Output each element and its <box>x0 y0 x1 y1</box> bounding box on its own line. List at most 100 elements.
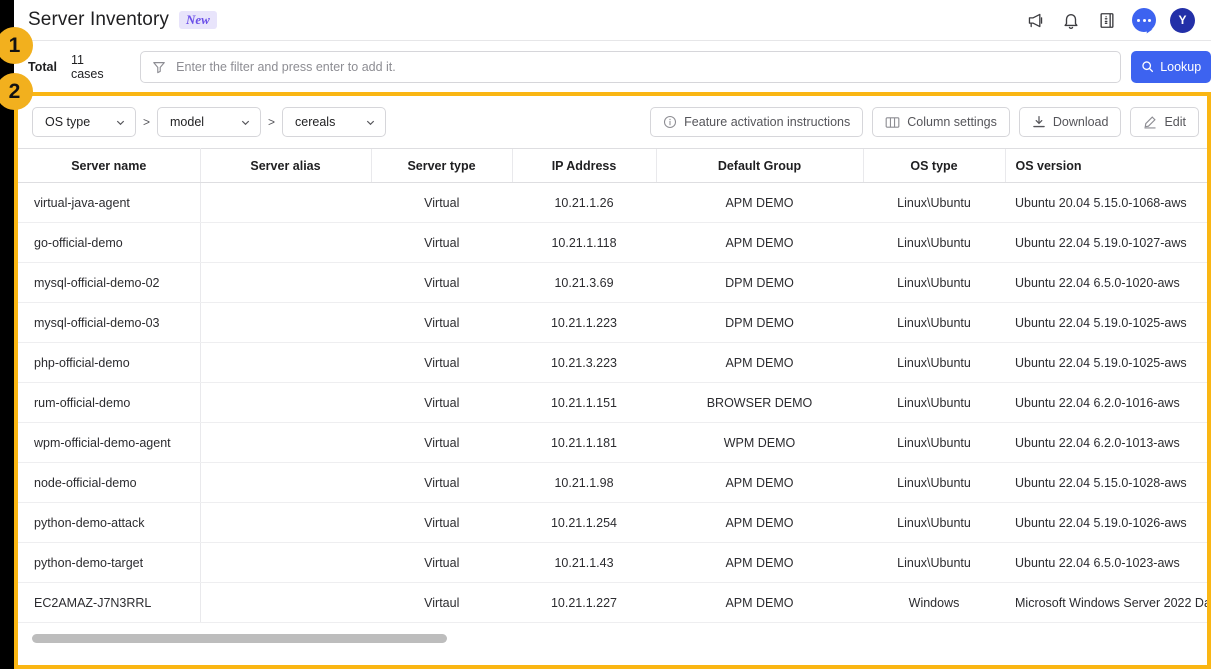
table-cell-default-group: APM DEMO <box>656 222 863 263</box>
column-header-server-alias[interactable]: Server alias <box>199 148 371 183</box>
table-cell-default-group: APM DEMO <box>656 502 863 543</box>
lookup-button[interactable]: Lookup <box>1131 50 1211 83</box>
column-settings-label: Column settings <box>907 115 997 129</box>
table-cell-ip-address: 10.21.1.223 <box>512 302 656 343</box>
page-title: Server Inventory <box>28 9 169 30</box>
table-cell-server-alias <box>200 262 372 303</box>
chevron-down-icon <box>366 120 375 125</box>
table-cell-os-version: Ubuntu 22.04 5.19.0-1025-aws <box>1005 302 1207 343</box>
table-row[interactable]: EC2AMAZ-J7N3RRL Virtaul 10.21.1.227 APM DEM… <box>18 582 1207 623</box>
table-cell-ip-address: 10.21.1.227 <box>512 582 656 623</box>
table-cell-server-name: rum-official-demo <box>18 382 201 423</box>
horizontal-scrollbar-thumb[interactable] <box>32 634 447 643</box>
table-cell-server-alias <box>200 542 372 583</box>
column-header-os-version[interactable]: OS version <box>1004 148 1207 183</box>
column-header-server-name[interactable]: Server name <box>18 148 201 183</box>
download-label: Download <box>1052 115 1109 129</box>
total-count: 11 cases <box>70 52 104 81</box>
table-cell-server-type: Virtual <box>371 382 512 423</box>
select-model[interactable]: model <box>157 107 262 137</box>
table-cell-server-name: virtual-java-agent <box>18 182 201 223</box>
select-cereals[interactable]: cereals <box>282 107 387 137</box>
table-cell-default-group: BROWSER DEMO <box>656 382 863 423</box>
table-cell-server-alias <box>200 342 372 383</box>
table-cell-ip-address: 10.21.1.98 <box>512 462 656 503</box>
chat-dots <box>1137 18 1151 22</box>
table-cell-default-group: DPM DEMO <box>656 302 863 343</box>
table-toolbar: OS type > model > cereals Feature activa… <box>18 96 1207 148</box>
table-cell-server-type: Virtual <box>371 302 512 343</box>
table-cell-server-name: mysql-official-demo-02 <box>18 262 201 303</box>
table-cell-server-type: Virtual <box>371 182 512 223</box>
filter-input[interactable]: Enter the filter and press enter to add … <box>140 50 1122 83</box>
table-cell-os-type: Linux\Ubuntu <box>863 462 1005 503</box>
table-cell-ip-address: 10.21.3.223 <box>512 342 656 383</box>
table-cell-server-type: Virtaul <box>371 582 512 623</box>
table-cell-server-name: php-official-demo <box>18 342 201 383</box>
feature-activation-instructions-button[interactable]: Feature activation instructions <box>650 107 864 137</box>
table-cell-server-alias <box>200 422 372 463</box>
info-book-icon[interactable] <box>1096 9 1118 31</box>
table-cell-default-group: APM DEMO <box>656 342 863 383</box>
table-cell-default-group: APM DEMO <box>656 182 863 223</box>
column-header-ip-address[interactable]: IP Address <box>511 148 656 183</box>
table-cell-default-group: APM DEMO <box>656 582 863 623</box>
table-row[interactable]: python-demo-target Virtual 10.21.1.43 APM D… <box>18 542 1207 583</box>
table-cell-os-type: Linux\Ubuntu <box>863 262 1005 303</box>
table-row[interactable]: php-official-demo Virtual 10.21.3.223 APM D… <box>18 342 1207 383</box>
table-cell-server-alias <box>200 302 372 343</box>
select-os-type-value: OS type <box>45 115 91 129</box>
table-row[interactable]: wpm-official-demo-agent Virtual 10.21.1.18… <box>18 422 1207 463</box>
table-row[interactable]: virtual-java-agent Virtual 10.21.1.26 APM D… <box>18 182 1207 223</box>
table-cell-os-type: Linux\Ubuntu <box>863 302 1005 343</box>
table-cell-server-name: EC2AMAZ-J7N3RRL <box>18 582 201 623</box>
table-row[interactable]: rum-official-demo Virtual 10.21.1.151 BROWS… <box>18 382 1207 423</box>
megaphone-icon[interactable] <box>1024 9 1046 31</box>
table-cell-os-type: Linux\Ubuntu <box>863 182 1005 223</box>
table-cell-os-version: Ubuntu 22.04 5.19.0-1027-aws <box>1005 222 1207 263</box>
total-label: Total <box>28 59 57 74</box>
table-cell-ip-address: 10.21.3.69 <box>512 262 656 303</box>
table-cell-default-group: APM DEMO <box>656 462 863 503</box>
funnel-icon <box>152 60 166 74</box>
chat-icon[interactable] <box>1132 8 1156 32</box>
bell-icon[interactable] <box>1060 9 1082 31</box>
table-cell-ip-address: 10.21.1.118 <box>512 222 656 263</box>
column-settings-button[interactable]: Column settings <box>872 107 1010 137</box>
table-cell-os-version: Ubuntu 20.04 5.15.0-1068-aws <box>1005 182 1207 223</box>
table-cell-ip-address: 10.21.1.181 <box>512 422 656 463</box>
table-cell-server-alias <box>200 222 372 263</box>
table-cell-os-version: Ubuntu 22.04 5.19.0-1025-aws <box>1005 342 1207 383</box>
table-cell-server-alias <box>200 502 372 543</box>
table-cell-server-type: Virtual <box>371 422 512 463</box>
table-row[interactable]: node-official-demo Virtual 10.21.1.98 APM D… <box>18 462 1207 503</box>
column-header-os-type[interactable]: OS type <box>862 148 1005 183</box>
chevron-down-icon <box>241 120 250 125</box>
table-cell-os-type: Linux\Ubuntu <box>863 542 1005 583</box>
table-cell-server-type: Virtual <box>371 262 512 303</box>
table-cell-os-version: Ubuntu 22.04 5.19.0-1026-aws <box>1005 502 1207 543</box>
table-cell-default-group: DPM DEMO <box>656 262 863 303</box>
table-row[interactable]: python-demo-attack Virtual 10.21.1.254 APM … <box>18 502 1207 543</box>
table-row[interactable]: mysql-official-demo-03 Virtual 10.21.1.223… <box>18 302 1207 343</box>
table-cell-server-name: go-official-demo <box>18 222 201 263</box>
filter-bar: Total 11 cases Enter the filter and pres… <box>14 40 1211 92</box>
table-cell-server-name: python-demo-attack <box>18 502 201 543</box>
table-scroll-area[interactable]: Server name Server alias Server type IP … <box>18 148 1207 635</box>
download-button[interactable]: Download <box>1018 107 1122 137</box>
edit-label: Edit <box>1164 115 1186 129</box>
table-cell-server-type: Virtual <box>371 342 512 383</box>
feature-activation-instructions-label: Feature activation instructions <box>684 115 851 129</box>
table-cell-os-version: Ubuntu 22.04 5.15.0-1028-aws <box>1005 462 1207 503</box>
table-row[interactable]: mysql-official-demo-02 Virtual 10.21.3.69 D… <box>18 262 1207 303</box>
table-cell-os-version: Ubuntu 22.04 6.5.0-1023-aws <box>1005 542 1207 583</box>
column-header-server-type[interactable]: Server type <box>370 148 512 183</box>
edit-button[interactable]: Edit <box>1130 107 1199 137</box>
table-header-row: Server name Server alias Server type IP … <box>18 148 1207 183</box>
table-cell-os-type: Linux\Ubuntu <box>863 382 1005 423</box>
avatar[interactable]: Y <box>1170 7 1195 33</box>
select-os-type[interactable]: OS type <box>32 107 136 137</box>
horizontal-scrollbar-track[interactable] <box>18 629 1207 651</box>
column-header-default-group[interactable]: Default Group <box>655 148 863 183</box>
table-row[interactable]: go-official-demo Virtual 10.21.1.118 APM DE… <box>18 222 1207 263</box>
